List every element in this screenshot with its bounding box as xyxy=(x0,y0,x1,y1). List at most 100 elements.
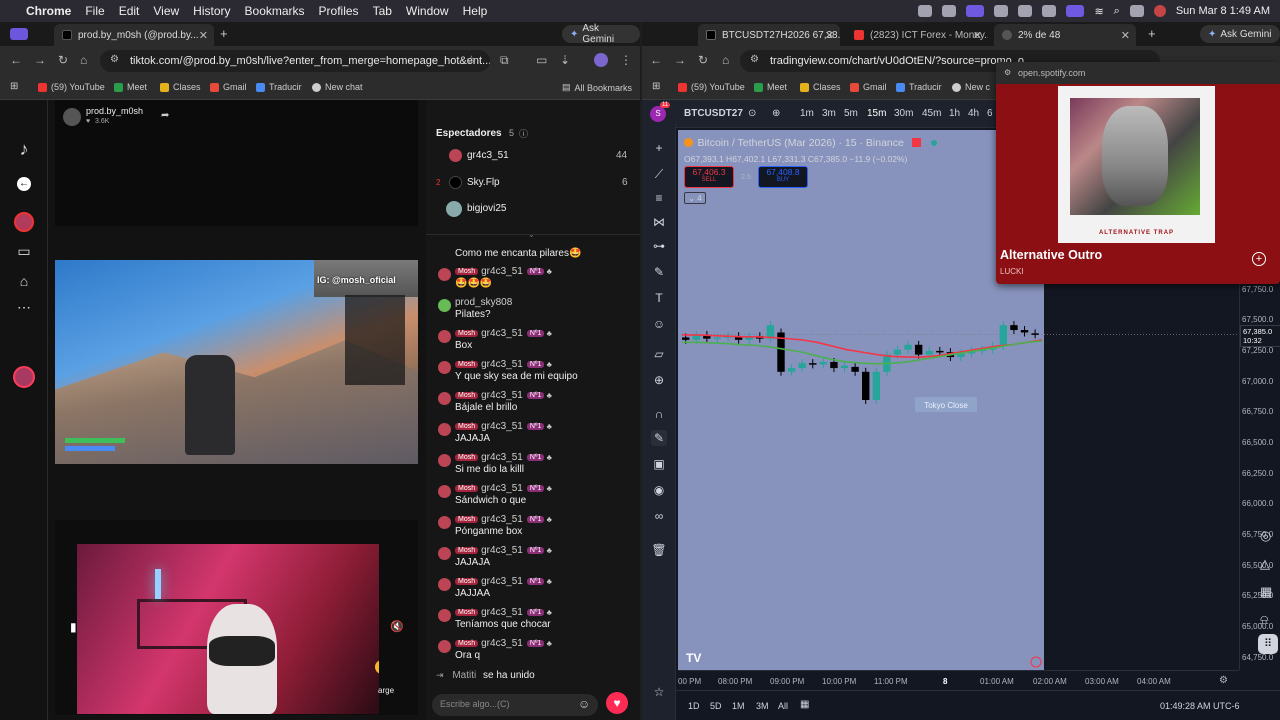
trash-icon[interactable]: 🗑 xyxy=(651,542,667,558)
tf-30m[interactable]: 30m xyxy=(894,108,913,119)
extension-icon[interactable]: ⧉ xyxy=(500,53,509,68)
bookmark-traducir[interactable]: Traducir xyxy=(256,82,302,92)
stay-in-drawing-icon[interactable]: ✎ xyxy=(651,430,667,446)
profile-avatar[interactable] xyxy=(594,53,608,67)
tf-45m[interactable]: 45m xyxy=(922,108,941,119)
search-icon[interactable]: ⌕ xyxy=(1114,5,1120,18)
chat-input[interactable]: Escribe algo...(C) ☺ xyxy=(432,694,598,716)
bookmark-new-chat[interactable]: New c xyxy=(952,82,990,92)
tab-tiktok[interactable]: prod.by_m0sh (@prod.by... ✕ xyxy=(54,24,214,46)
crosshair-icon[interactable]: + xyxy=(651,140,667,156)
chart-title[interactable]: Bitcoin / TetherUS (Mar 2026) · 15 · Bin… xyxy=(697,137,903,149)
tiktok-logo-icon[interactable]: ♪ xyxy=(15,140,33,158)
close-tab-icon[interactable]: ✕ xyxy=(1121,29,1130,42)
status-icon[interactable] xyxy=(994,5,1009,17)
menu-view[interactable]: View xyxy=(153,4,179,18)
eye-icon[interactable]: ◉ xyxy=(651,482,667,498)
forward-icon[interactable]: → xyxy=(34,53,46,67)
control-center-icon[interactable] xyxy=(1129,5,1144,17)
chat-message[interactable]: Mosh gr4c3_51 Nº1 ♣ JAJAJA xyxy=(436,545,636,568)
tf-more[interactable]: 6 xyxy=(987,108,993,119)
trend-line-icon[interactable]: ⟋ xyxy=(651,166,667,182)
user-avatar[interactable] xyxy=(438,423,451,436)
add-to-library-icon[interactable]: + xyxy=(1252,252,1266,266)
bookmark-traducir[interactable]: Traducir xyxy=(896,82,942,92)
bookmark-gmail[interactable]: Gmail xyxy=(850,82,887,92)
ask-gemini-button[interactable]: ✦ Ask Gemini xyxy=(1200,25,1280,43)
user-avatar[interactable] xyxy=(438,578,451,591)
menu-file[interactable]: File xyxy=(85,4,104,18)
menu-help[interactable]: Help xyxy=(463,4,488,18)
zoom-icon[interactable]: ⊕ xyxy=(651,372,667,388)
message-user[interactable]: gr4c3_51 xyxy=(481,266,523,277)
tf-1m[interactable]: 1m xyxy=(800,108,814,119)
cast-icon[interactable]: ▭ xyxy=(536,53,547,67)
user-avatar[interactable] xyxy=(438,516,451,529)
message-user[interactable]: gr4c3_51 xyxy=(481,545,523,556)
bookmark-gmail[interactable]: Gmail xyxy=(210,82,247,92)
menu-window[interactable]: Window xyxy=(406,4,449,18)
user-avatar[interactable] xyxy=(438,361,451,374)
tab-youtube[interactable]: (2823) ICT Forex - Money... ✕ xyxy=(846,24,988,46)
bookmark-youtube[interactable]: (59) YouTube xyxy=(678,82,745,92)
user-avatar[interactable] xyxy=(438,454,451,467)
menu-edit[interactable]: Edit xyxy=(119,4,140,18)
menu-profiles[interactable]: Profiles xyxy=(319,4,359,18)
message-user[interactable]: gr4c3_51 xyxy=(481,452,523,463)
user-icon[interactable] xyxy=(1153,5,1166,17)
menu-bookmarks[interactable]: Bookmarks xyxy=(245,4,305,18)
menu-tab[interactable]: Tab xyxy=(373,4,392,18)
pattern-icon[interactable]: ⋈ xyxy=(651,214,667,230)
symbol-search[interactable]: BTCUSDT27 xyxy=(684,108,743,119)
chat-message[interactable]: Mosh gr4c3_51 Nº1 ♣ Sándwich o que xyxy=(436,483,636,506)
user-avatar[interactable] xyxy=(438,268,451,281)
sell-button[interactable]: 67,406.3 SELL xyxy=(684,166,734,188)
ideas-icon[interactable]: △ xyxy=(1260,556,1270,572)
tab-groups-icon[interactable] xyxy=(10,28,28,40)
live-avatar-icon[interactable] xyxy=(13,366,35,388)
range-3m[interactable]: 3M xyxy=(756,701,769,711)
apps-icon[interactable]: ⊞ xyxy=(652,81,660,92)
axis-settings-icon[interactable]: ⚙ xyxy=(1219,675,1228,686)
chat-message[interactable]: Mosh gr4c3_51 Nº1 ♣ Y que sky sea de mi equ… xyxy=(436,359,636,382)
home-icon[interactable]: ⌂ xyxy=(15,272,33,290)
bookmark-clases[interactable]: Clases xyxy=(160,82,201,92)
magnet-icon[interactable]: ∩ xyxy=(651,406,667,422)
range-1m[interactable]: 1M xyxy=(732,701,745,711)
mute-icon[interactable]: 🔇 xyxy=(390,620,404,633)
message-user[interactable]: gr4c3_51 xyxy=(481,607,523,618)
like-button[interactable]: ♥ xyxy=(606,692,628,714)
chat-message[interactable]: Mosh gr4c3_51 Nº1 ♣ Bájale el brillo xyxy=(436,390,636,413)
user-avatar[interactable] xyxy=(438,299,451,312)
ask-gemini-button[interactable]: ✦ Ask Gemini xyxy=(562,23,640,45)
address-bar[interactable]: ⚙ tiktok.com/@prod.by_m0sh/live?enter_fr… xyxy=(100,50,490,72)
watch-icon[interactable]: ⊙ xyxy=(748,108,756,119)
play-icon[interactable]: ▮ xyxy=(70,620,77,634)
chat-message[interactable]: Mosh gr4c3_51 Nº1 ♣ 🤩🤩🤩 xyxy=(436,266,636,289)
message-user[interactable]: gr4c3_51 xyxy=(481,576,523,587)
chat-message[interactable]: Mosh gr4c3_51 Nº1 ♣ Pónganme box xyxy=(436,514,636,537)
chat-message[interactable]: Mosh gr4c3_51 Nº1 ♣ JAJJAA xyxy=(436,576,636,599)
ruler-icon[interactable]: ▱ xyxy=(651,346,667,362)
emoji-icon[interactable]: ☺ xyxy=(578,697,590,711)
new-tab-icon[interactable]: + xyxy=(1148,26,1156,41)
tf-1h[interactable]: 1h xyxy=(949,108,960,119)
more-icon[interactable]: ⋯ xyxy=(15,298,33,316)
top-viewer-row[interactable]: 2 Sky.Flp 6 xyxy=(436,176,636,189)
alert-icon[interactable]: ⍾ xyxy=(1260,612,1269,628)
user-avatar[interactable] xyxy=(438,485,451,498)
new-tab-icon[interactable]: + xyxy=(220,26,228,41)
user-avatar[interactable] xyxy=(438,330,451,343)
menu-app[interactable]: Chrome xyxy=(26,4,71,18)
range-all[interactable]: All xyxy=(778,701,788,711)
tf-4h[interactable]: 4h xyxy=(968,108,979,119)
bookmark-clases[interactable]: Clases xyxy=(800,82,841,92)
favorites-star-icon[interactable]: ☆ xyxy=(651,684,667,700)
share-icon[interactable]: ➦ xyxy=(161,110,169,121)
track-artist[interactable]: LUCKI xyxy=(1000,267,1024,276)
reload-icon[interactable]: ↻ xyxy=(698,53,708,67)
star-icon[interactable]: ☆ xyxy=(466,53,477,67)
user-avatar[interactable] xyxy=(438,392,451,405)
apps-icon[interactable]: ⊞ xyxy=(10,81,18,92)
home-icon[interactable]: ⌂ xyxy=(722,53,729,67)
